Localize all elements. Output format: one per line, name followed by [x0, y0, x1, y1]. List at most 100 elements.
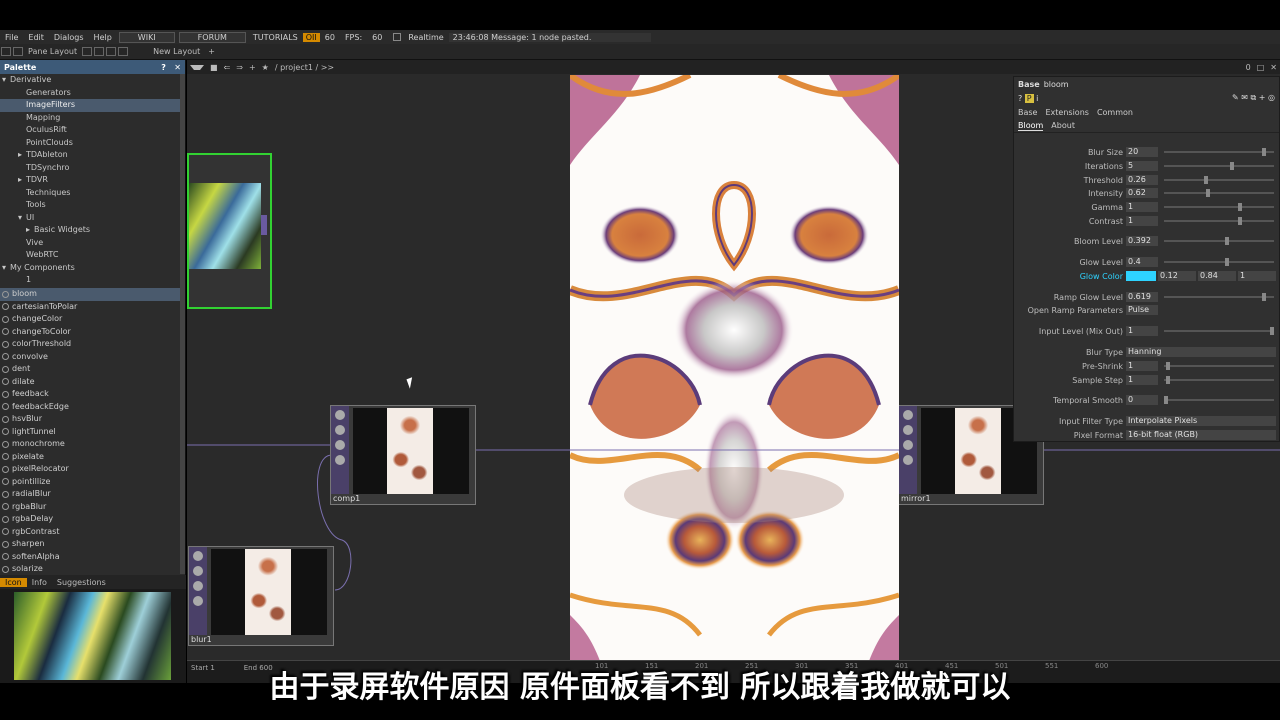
arrow-icon[interactable] [903, 440, 913, 450]
chevron-down-icon[interactable] [190, 64, 204, 70]
param-slider[interactable] [1164, 189, 1274, 197]
target-icon[interactable]: ◎ [1268, 93, 1275, 102]
node-label[interactable]: blur1 [191, 635, 212, 644]
palette-tree-item[interactable]: Techniques [0, 187, 185, 200]
python-icon[interactable]: P [1024, 93, 1034, 103]
pen-icon[interactable] [903, 425, 913, 435]
star-icon[interactable]: ★ [259, 63, 272, 72]
tab-common[interactable]: Common [1097, 108, 1133, 117]
new-layout-label[interactable]: New Layout [149, 47, 204, 56]
blur1-node[interactable]: blur1 [188, 546, 334, 646]
slider-handle[interactable] [1270, 327, 1274, 335]
tab-about[interactable]: About [1051, 121, 1075, 130]
palette-tree-item[interactable]: ▸ TDVR [0, 174, 185, 187]
palette-tree-item[interactable]: Vive [0, 237, 185, 250]
slider-handle[interactable] [1164, 396, 1168, 404]
tab-bloom[interactable]: Bloom [1018, 121, 1044, 131]
chevron-down-icon[interactable]: ▾ [2, 262, 10, 275]
param-slider[interactable] [1164, 217, 1274, 225]
add-layout-icon[interactable]: + [204, 47, 219, 56]
network-path[interactable]: / project1 / >> [272, 63, 337, 72]
tab-suggestions[interactable]: Suggestions [52, 578, 111, 587]
param-slider[interactable] [1164, 327, 1274, 335]
info-icon[interactable]: i [1036, 94, 1038, 103]
layout-icon[interactable] [1, 47, 11, 56]
param-slider[interactable] [1164, 293, 1274, 301]
back-icon[interactable]: ⇐ [221, 63, 234, 72]
param-value-field[interactable]: 20 [1126, 147, 1158, 157]
forward-icon[interactable]: ⇒ [233, 63, 246, 72]
chevron-right-icon[interactable]: ▸ [18, 149, 26, 162]
viewer-image[interactable] [570, 75, 899, 661]
param-slider[interactable] [1164, 258, 1274, 266]
component-item-pixelRelocator[interactable]: pixelRelocator [0, 463, 180, 476]
menu-edit[interactable]: Edit [23, 33, 49, 42]
clone-icon[interactable]: ⧉ [1251, 93, 1257, 102]
layout-icon-2[interactable] [13, 47, 23, 56]
component-item-solarize[interactable]: solarize [0, 563, 180, 576]
viewer-icon[interactable] [903, 410, 913, 420]
glow-a-field[interactable]: 1 [1238, 271, 1276, 281]
component-item-rgbaBlur[interactable]: rgbaBlur [0, 501, 180, 514]
slider-handle[interactable] [1261, 293, 1266, 301]
component-item-convolve[interactable]: convolve [0, 351, 180, 364]
component-item-rgbaDelay[interactable]: rgbaDelay [0, 513, 180, 526]
slider-handle[interactable] [1238, 203, 1243, 211]
component-item-softenAlpha[interactable]: softenAlpha [0, 551, 180, 564]
glow-b-field[interactable]: 0.84 [1198, 271, 1236, 281]
glow-g-field[interactable]: 0.12 [1158, 271, 1196, 281]
param-value-field[interactable]: 0.26 [1126, 175, 1158, 185]
viewer-icon[interactable] [335, 410, 345, 420]
slider-handle[interactable] [1238, 217, 1243, 225]
close-icon[interactable]: ✕ [174, 63, 181, 72]
output-connector[interactable] [261, 215, 267, 235]
param-value-field[interactable]: 1 [1126, 375, 1158, 385]
selected-node[interactable] [187, 153, 272, 309]
param-value-field[interactable]: 1 [1126, 216, 1158, 226]
perform-badge[interactable]: OII [302, 32, 320, 42]
split-icon-2[interactable] [94, 47, 105, 56]
param-value-field[interactable]: 1 [1126, 326, 1158, 336]
component-item-feedback[interactable]: feedback [0, 388, 180, 401]
menu-dialogs[interactable]: Dialogs [49, 33, 89, 42]
param-value-field[interactable]: 0.62 [1126, 188, 1158, 198]
param-value-field[interactable]: 1 [1126, 361, 1158, 371]
component-item-bloom[interactable]: bloom [0, 288, 180, 301]
slider-handle[interactable] [1166, 376, 1171, 384]
pane-close-icon[interactable]: ✕ [1267, 63, 1280, 72]
param-value-field[interactable]: 0.392 [1126, 236, 1158, 246]
wiki-button[interactable]: WIKI [118, 31, 175, 43]
palette-tree-item[interactable]: Tools [0, 199, 185, 212]
add-icon[interactable]: + [1259, 93, 1266, 102]
op-name[interactable]: bloom [1044, 80, 1069, 89]
component-item-monochrome[interactable]: monochrome [0, 438, 180, 451]
component-item-changeColor[interactable]: changeColor [0, 313, 180, 326]
menu-file[interactable]: File [0, 33, 23, 42]
chevron-down-icon[interactable]: ▾ [18, 212, 26, 225]
palette-tree-item[interactable]: ▾ Derivative [0, 74, 185, 87]
comment-icon[interactable]: ✉ [1241, 93, 1248, 102]
component-item-rgbContrast[interactable]: rgbContrast [0, 526, 180, 539]
tab-extensions[interactable]: Extensions [1045, 108, 1088, 117]
palette-tree-item[interactable]: Mapping [0, 112, 185, 125]
component-item-feedbackEdge[interactable]: feedbackEdge [0, 401, 180, 414]
param-value-field[interactable]: 0 [1126, 395, 1158, 405]
tutorials-button[interactable]: TUTORIALS [248, 33, 303, 42]
tab-icon[interactable]: Icon [0, 577, 27, 587]
bypass-icon[interactable] [335, 455, 345, 465]
component-item-radialBlur[interactable]: radialBlur [0, 488, 180, 501]
slider-handle[interactable] [1166, 362, 1171, 370]
open-ramp-pulse-button[interactable]: Pulse [1126, 305, 1158, 315]
add-icon[interactable]: + [246, 63, 259, 72]
split-icon-3[interactable] [106, 47, 117, 56]
maximize-icon[interactable]: □ [1254, 63, 1268, 72]
param-slider[interactable] [1164, 362, 1274, 370]
split-icon-4[interactable] [118, 47, 129, 56]
forum-button[interactable]: FORUM [178, 31, 246, 43]
palette-tree-item[interactable]: PointClouds [0, 137, 185, 150]
viewer-icon[interactable] [193, 551, 203, 561]
edit-icon[interactable]: ✎ [1232, 93, 1239, 102]
palette-scrollbar[interactable] [180, 74, 185, 574]
param-slider[interactable] [1164, 176, 1274, 184]
param-slider[interactable] [1164, 376, 1274, 384]
